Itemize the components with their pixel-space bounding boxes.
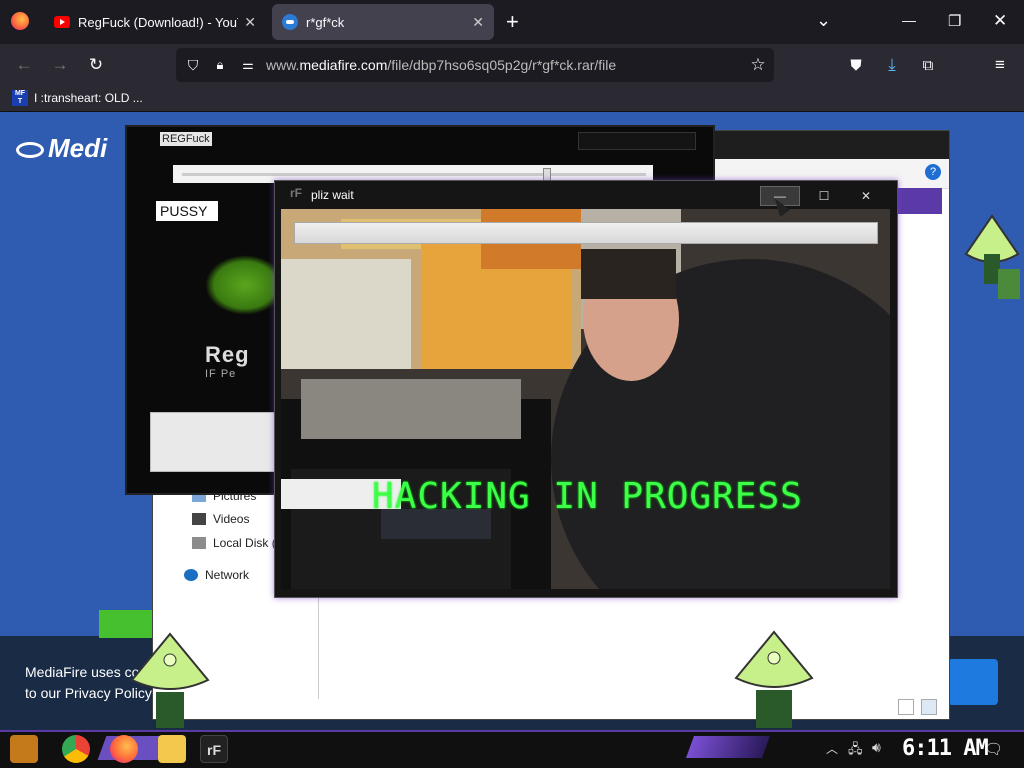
regfuck-logo-text: Reg IF Pe <box>205 342 250 380</box>
regfuck-logo-icon <box>205 255 285 315</box>
tab-youtube[interactable]: RegFuck (Download!) - YouTube ✕ <box>44 4 266 40</box>
nav-item-label: Network <box>205 568 250 582</box>
hacking-overlay-text: HACKING IN PROGRESS <box>372 476 803 517</box>
drive-icon <box>192 537 206 549</box>
url-prefix: www. <box>266 57 300 73</box>
close-button[interactable]: ✕ <box>846 186 886 206</box>
flame-icon <box>16 142 44 159</box>
forward-arrow-icon[interactable]: → <box>48 53 72 77</box>
window-title: REGFuck <box>160 132 212 146</box>
menu-icon[interactable]: ≡ <box>988 53 1012 77</box>
pocket-icon[interactable]: ⛊ <box>844 53 868 77</box>
nav-item-label: Videos <box>213 512 250 526</box>
mediafire-logo[interactable]: Medi <box>16 133 107 164</box>
bookmarks-toolbar <box>0 86 1024 112</box>
show-hidden-icons-icon[interactable]: ︿ <box>826 740 838 757</box>
slider-track[interactable] <box>182 173 646 176</box>
window-label: PUSSY <box>156 201 218 221</box>
nav-item-videos[interactable]: Videos <box>192 512 249 526</box>
downloads-icon[interactable]: ⤓ <box>880 53 904 77</box>
tab-title: r*gf*ck <box>306 14 345 30</box>
list-all-tabs-icon[interactable]: ⌄ <box>816 10 831 31</box>
url-path: /file/dbp7hso6sq05p2g/r*gf*ck.rar/file <box>387 57 617 73</box>
chrome-icon[interactable] <box>62 735 90 763</box>
videos-icon <box>192 513 206 525</box>
peridot-sticker-icon <box>130 632 210 728</box>
logo-text: Medi <box>48 133 108 163</box>
logo-subtext: IF Pe <box>205 368 237 380</box>
peridot-sticker-icon <box>964 214 1020 299</box>
logo-text: Reg <box>205 342 250 367</box>
mediafire-favicon-icon <box>282 14 298 30</box>
permissions-icon[interactable]: ⚌ <box>236 53 260 77</box>
tab-mediafire[interactable]: r*gf*ck ✕ <box>272 4 494 40</box>
bookmark-item[interactable]: MF T I :transheart: OLD ... <box>12 90 143 106</box>
back-arrow-icon[interactable]: ← <box>12 53 36 77</box>
volume-icon[interactable]: 🔊︎ <box>872 739 881 756</box>
youtube-favicon-icon <box>54 16 70 28</box>
pane-divider <box>318 591 319 699</box>
firefox-taskbar-icon[interactable] <box>110 735 138 763</box>
search-button[interactable] <box>898 188 942 214</box>
restore-window-button[interactable]: ❐ <box>948 12 961 30</box>
network-tray-icon[interactable]: 🖧︎ <box>848 740 863 762</box>
notifications-icon[interactable]: 🗨︎ <box>984 740 1003 758</box>
tab-title: RegFuck (Download!) - YouTube <box>78 14 238 30</box>
maximize-button[interactable]: ☐ <box>804 186 844 206</box>
url-domain: mediafire.com <box>299 57 388 73</box>
help-icon[interactable]: ? <box>925 164 941 180</box>
close-window-button[interactable]: ✕ <box>993 11 1007 31</box>
large-icons-view-icon[interactable] <box>921 699 937 715</box>
tab-close-icon[interactable]: ✕ <box>472 14 484 31</box>
clock[interactable]: 6:11 AM <box>902 736 989 761</box>
lock-icon[interactable]: 🔒︎ <box>208 53 232 77</box>
details-view-icon[interactable] <box>898 699 914 715</box>
tab-close-icon[interactable]: ✕ <box>244 14 256 31</box>
network-icon <box>184 569 198 581</box>
taskbar-decoration <box>685 736 771 758</box>
bookmark-label: I :transheart: OLD ... <box>34 91 143 105</box>
regfuck-action-button[interactable] <box>150 412 280 472</box>
accept-cookies-button[interactable] <box>948 659 998 705</box>
nav-item-local-disk[interactable]: Local Disk ( <box>192 536 276 550</box>
video-frame <box>281 209 890 589</box>
nav-item-network[interactable]: Network <box>184 568 249 582</box>
bookmark-favicon-icon: MF T <box>12 90 28 106</box>
minimize-window-button[interactable]: — <box>902 12 916 28</box>
reload-icon[interactable]: ↻ <box>84 53 108 77</box>
window-title: pliz wait <box>311 188 354 202</box>
extensions-icon[interactable]: ⧉ <box>916 53 940 77</box>
nav-item-label: Local Disk ( <box>213 536 276 550</box>
bookmark-star-icon[interactable]: ☆ <box>746 53 770 77</box>
app-icon: rF <box>290 186 302 200</box>
firefox-view-icon[interactable] <box>11 12 29 30</box>
new-tab-button[interactable]: + <box>506 9 519 35</box>
window-controls[interactable] <box>578 132 696 150</box>
url-text[interactable]: www.mediafire.com/file/dbp7hso6sq05p2g/r… <box>266 57 616 73</box>
file-explorer-icon[interactable] <box>158 735 186 763</box>
shield-icon[interactable]: ⛉ <box>181 53 205 77</box>
start-menu-icon[interactable] <box>10 735 38 763</box>
regfuck-taskbar-icon[interactable]: rF <box>200 735 228 763</box>
peridot-sticker-icon <box>734 630 814 728</box>
progress-bar <box>294 222 878 244</box>
printer-scene-image <box>281 209 890 589</box>
